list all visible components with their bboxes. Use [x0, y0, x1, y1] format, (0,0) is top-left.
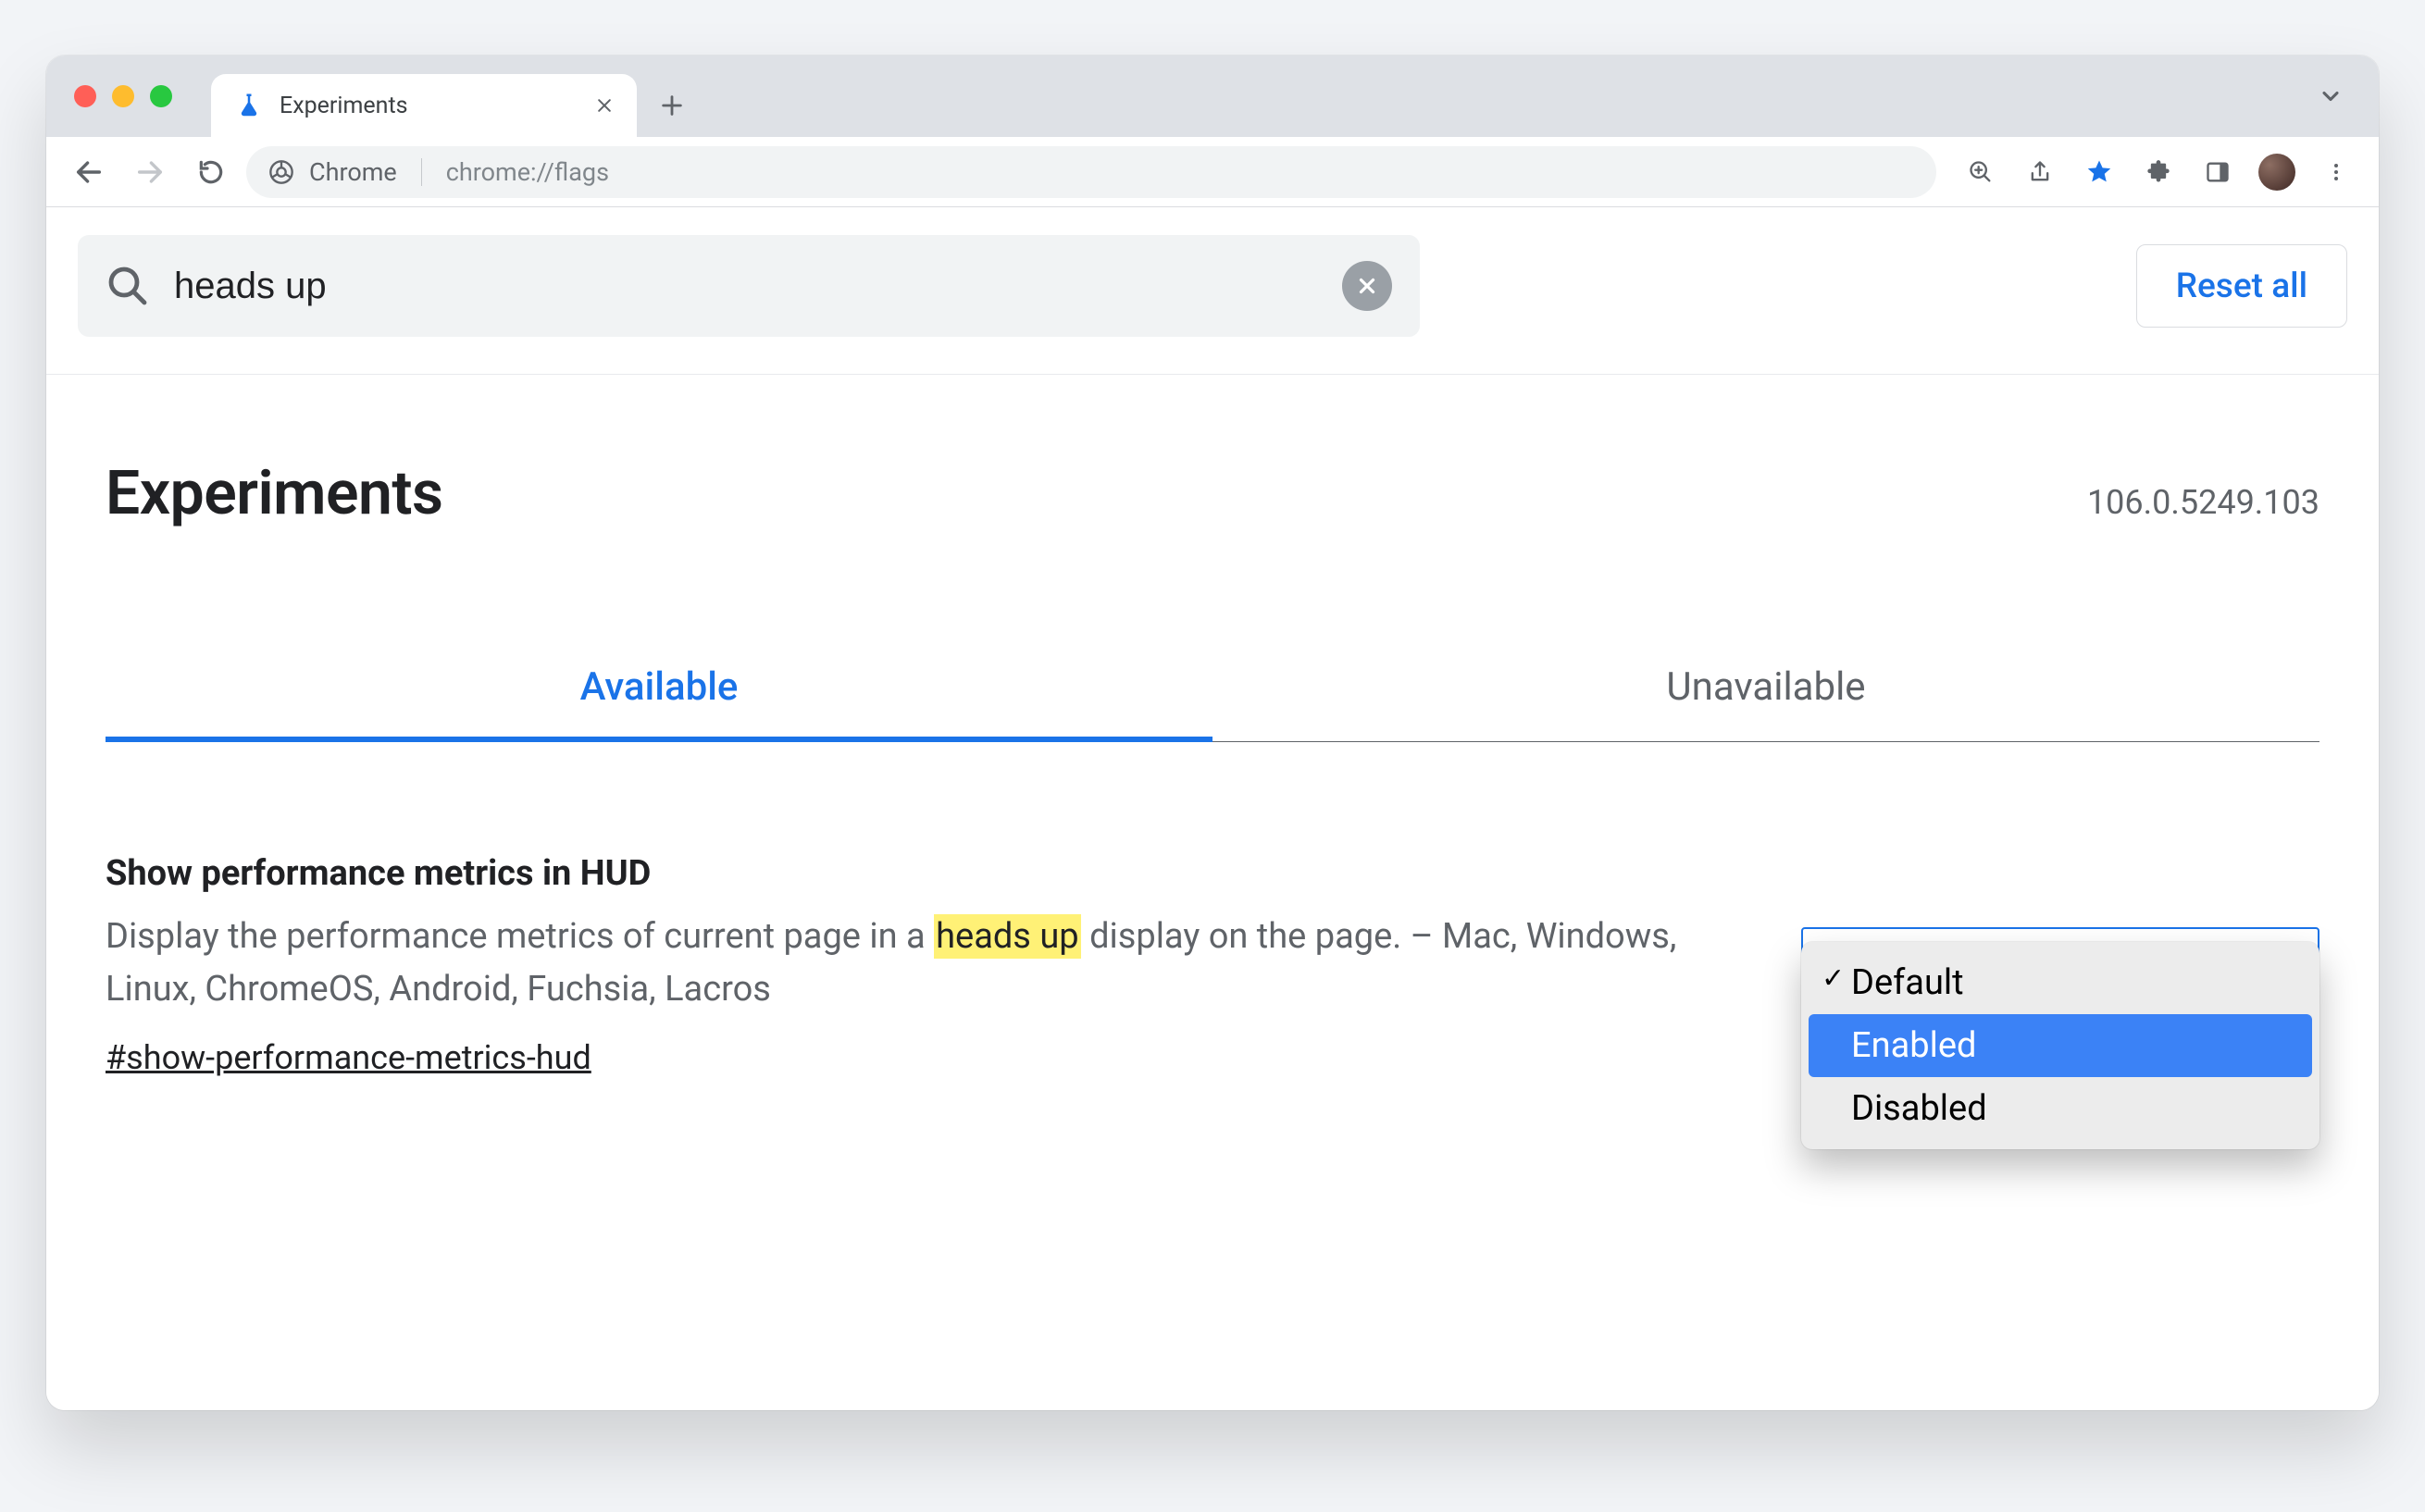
side-panel-icon[interactable] [2192, 146, 2244, 198]
window-controls [68, 56, 183, 137]
back-button[interactable] [63, 146, 115, 198]
availability-tabs: Available Unavailable [106, 640, 2319, 742]
tab-overflow-button[interactable] [2305, 70, 2357, 122]
reset-all-button[interactable]: Reset all [2136, 244, 2347, 328]
flag-item: Show performance metrics in HUD Display … [46, 742, 2379, 1077]
omnibox-separator [421, 158, 422, 186]
zoom-icon[interactable] [1955, 146, 2007, 198]
flag-option-default[interactable]: Default [1809, 951, 2312, 1014]
toolbar-actions [1946, 146, 2362, 198]
reload-button[interactable] [185, 146, 237, 198]
flask-icon [235, 92, 263, 119]
page-header: Experiments 106.0.5249.103 [46, 375, 2379, 529]
page-title: Experiments [106, 458, 442, 529]
chrome-logo-icon [268, 159, 294, 185]
window-close-button[interactable] [74, 85, 96, 107]
flag-option-enabled[interactable]: Enabled [1809, 1014, 2312, 1077]
tab-title: Experiments [280, 93, 576, 119]
flag-select-popup: Default Enabled Disabled [1801, 942, 2319, 1149]
browser-window: Experiments Chrome chrome:/ [46, 56, 2379, 1410]
avatar-image [2258, 154, 2295, 191]
flags-page: Reset all Experiments 106.0.5249.103 Ava… [46, 207, 2379, 1410]
window-maximize-button[interactable] [150, 85, 172, 107]
flag-text: Show performance metrics in HUD Display … [106, 853, 1727, 1077]
close-tab-icon[interactable] [592, 93, 616, 118]
tab-available[interactable]: Available [106, 640, 1212, 741]
flag-title: Show performance metrics in HUD [106, 853, 1727, 894]
share-icon[interactable] [2014, 146, 2066, 198]
flags-searchbox[interactable] [78, 235, 1420, 337]
browser-tab[interactable]: Experiments [211, 74, 637, 137]
bookmark-star-icon[interactable] [2073, 146, 2125, 198]
kebab-menu-icon[interactable] [2310, 146, 2362, 198]
flag-option-disabled[interactable]: Disabled [1809, 1077, 2312, 1140]
flag-anchor-link[interactable]: #show-performance-metrics-hud [106, 1038, 591, 1077]
forward-button[interactable] [124, 146, 176, 198]
search-row: Reset all [46, 207, 2379, 375]
flag-desc-before: Display the performance metrics of curre… [106, 916, 934, 957]
chrome-version: 106.0.5249.103 [2087, 483, 2319, 522]
tab-strip: Experiments [46, 56, 2379, 137]
toolbar: Chrome chrome://flags [46, 137, 2379, 207]
search-highlight: heads up [934, 914, 1081, 959]
window-minimize-button[interactable] [112, 85, 134, 107]
new-tab-button[interactable] [646, 80, 698, 131]
omnibox-origin-label: Chrome [309, 157, 397, 187]
profile-avatar[interactable] [2251, 146, 2303, 198]
clear-search-button[interactable] [1342, 261, 1392, 311]
extensions-icon[interactable] [2133, 146, 2184, 198]
flags-search-input[interactable] [174, 266, 1318, 307]
flag-select-wrapper: Default Enabled Disabled [1801, 853, 2319, 992]
omnibox[interactable]: Chrome chrome://flags [246, 146, 1936, 198]
search-icon [106, 264, 150, 308]
omnibox-url: chrome://flags [446, 157, 609, 187]
flag-description: Display the performance metrics of curre… [106, 911, 1727, 1016]
tab-unavailable[interactable]: Unavailable [1212, 640, 2319, 741]
